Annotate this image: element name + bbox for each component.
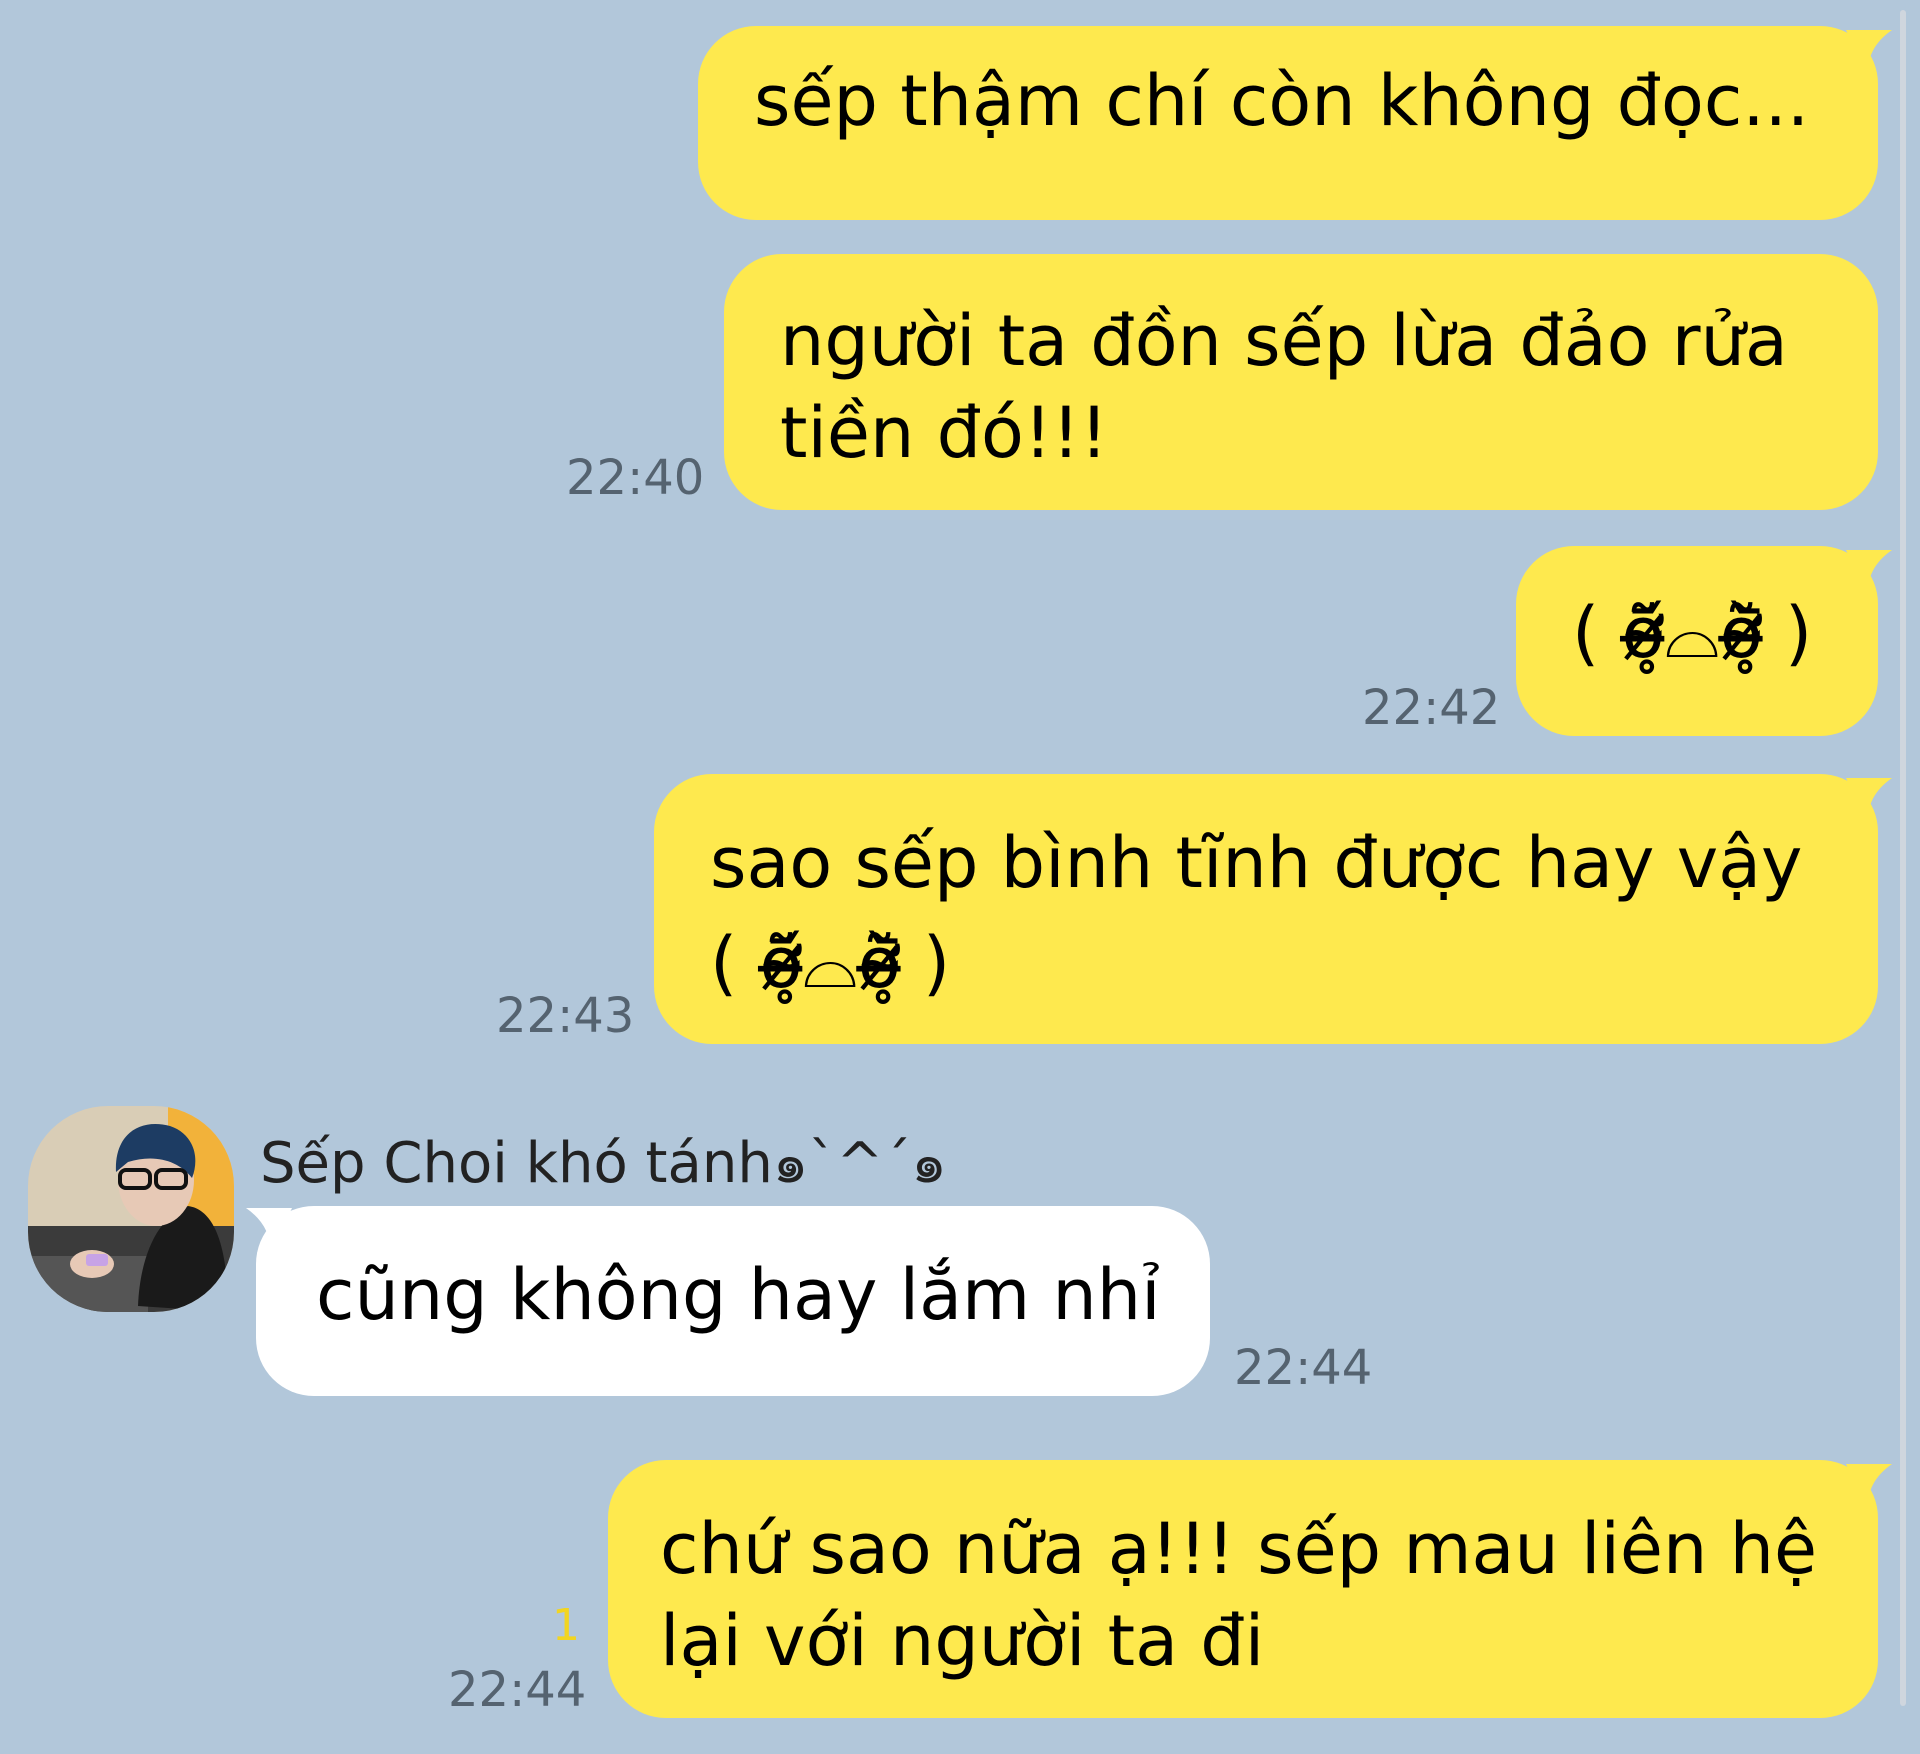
message-bubble-received[interactable]: cũng không hay lắm nhỉ bbox=[256, 1206, 1210, 1396]
bubble-tail bbox=[1846, 778, 1892, 824]
message-text-line: tiền đó!!! bbox=[780, 392, 1109, 474]
message-bubble-sent[interactable]: ( ỡ̴̶̷̥᷄⌓ỡ̴̶̷̥᷅ ) bbox=[1516, 546, 1878, 736]
bubble-tail bbox=[1846, 30, 1892, 76]
bubble-tail bbox=[1846, 1464, 1892, 1510]
message-text: cũng không hay lắm nhỉ bbox=[316, 1254, 1161, 1336]
message-bubble-sent[interactable]: sao sếp bình tĩnh được hay vậy ( ỡ̴̶̷̥᷄⌓… bbox=[654, 774, 1878, 1044]
message-text-line: ( ỡ̴̶̷̥᷄⌓ỡ̴̶̷̥᷅ ) bbox=[710, 922, 951, 1004]
sender-avatar[interactable] bbox=[28, 1106, 234, 1312]
scrollbar[interactable] bbox=[1900, 10, 1906, 1706]
user-avatar-photo-icon bbox=[28, 1106, 234, 1312]
message-timestamp: 22:42 bbox=[1362, 680, 1501, 736]
bubble-tail bbox=[246, 1208, 292, 1254]
sender-name: Sếp Choi khó tánh๑`^´๑ bbox=[260, 1131, 947, 1196]
message-text-line: người ta đồn sếp lừa đảo rửa bbox=[780, 300, 1788, 382]
message-timestamp: 22:44 bbox=[448, 1662, 587, 1718]
message-timestamp: 22:44 bbox=[1234, 1340, 1373, 1396]
message-timestamp: 22:43 bbox=[496, 988, 635, 1044]
message-timestamp: 22:40 bbox=[566, 450, 705, 506]
message-text: sếp thậm chí còn không đọc... bbox=[754, 60, 1810, 142]
message-text-line: chứ sao nữa ạ!!! sếp mau liên hệ bbox=[660, 1508, 1818, 1590]
message-text: ( ỡ̴̶̷̥᷄⌓ỡ̴̶̷̥᷅ ) bbox=[1572, 592, 1813, 674]
message-bubble-sent[interactable]: chứ sao nữa ạ!!! sếp mau liên hệ lại với… bbox=[608, 1460, 1878, 1718]
bubble-tail bbox=[1846, 550, 1892, 596]
message-bubble-sent[interactable]: người ta đồn sếp lừa đảo rửa tiền đó!!! bbox=[724, 254, 1878, 510]
message-text-line: sao sếp bình tĩnh được hay vậy bbox=[710, 822, 1803, 904]
chat-room: sếp thậm chí còn không đọc... người ta đ… bbox=[0, 0, 1920, 1754]
message-text-line: lại với người ta đi bbox=[660, 1600, 1265, 1682]
unread-count: 1 bbox=[552, 1600, 580, 1651]
message-bubble-sent[interactable]: sếp thậm chí còn không đọc... bbox=[698, 26, 1878, 220]
